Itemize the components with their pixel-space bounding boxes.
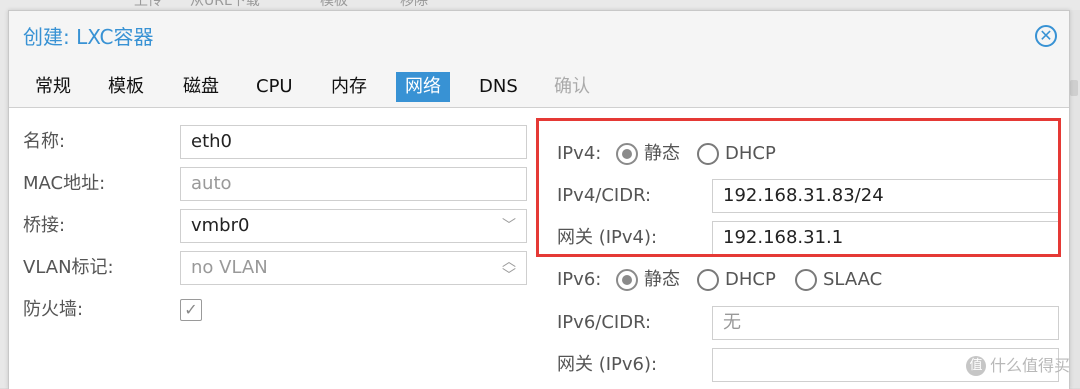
gateway-ipv4-label: 网关 (IPv4): [557, 227, 658, 248]
tab-disks[interactable]: 磁盘 [174, 72, 228, 102]
background-tab: 移除 [400, 0, 428, 8]
ipv4-dhcp-radio[interactable] [697, 143, 719, 165]
ipv6-dhcp-label: DHCP [725, 269, 776, 290]
tab-memory[interactable]: 内存 [322, 72, 376, 102]
tab-confirm: 确认 [554, 76, 590, 97]
ipv6-label: IPv6: [557, 269, 602, 290]
close-icon[interactable]: ✕ [1035, 25, 1057, 47]
network-panel: 名称: eth0 MAC地址: auto 桥接: vmbr0 ﹀ VLAN标记:… [9, 108, 1069, 389]
chevron-down-icon[interactable]: ﹀ [502, 210, 516, 242]
dialog-titlebar: 创建: LXC容器 ✕ [9, 11, 1069, 63]
ipv6-slaac-label: SLAAC [823, 269, 883, 290]
bridge-select[interactable]: vmbr0 ﹀ [180, 209, 527, 243]
background-left-edge [0, 10, 8, 388]
bridge-label: 桥接: [23, 215, 66, 236]
name-label: 名称: [23, 131, 66, 152]
tab-general[interactable]: 常规 [26, 72, 80, 102]
firewall-checkbox[interactable]: ✓ [180, 299, 202, 321]
watermark-logo-icon: 值 [965, 356, 986, 376]
ipv4-static-radio[interactable] [616, 143, 638, 165]
ipv4-label: IPv4: [557, 143, 602, 164]
bridge-value: vmbr0 [191, 215, 250, 236]
ipv4-cidr-field[interactable]: 192.168.31.83/24 [712, 179, 1059, 213]
ipv6-static-radio[interactable] [616, 269, 638, 291]
watermark-text: 什么值得买 [989, 355, 1070, 375]
tab-network[interactable]: 网络 [396, 72, 450, 102]
firewall-label: 防火墙: [23, 299, 84, 320]
ipv6-slaac-radio[interactable] [795, 269, 817, 291]
watermark: 值什么值得买 [965, 352, 1070, 376]
background-tab: 从URL下载 [190, 0, 260, 8]
ipv6-cidr-label: IPv6/CIDR: [557, 312, 652, 333]
vlan-label: VLAN标记: [23, 257, 114, 278]
background-tab: 上传 [134, 0, 162, 8]
gateway-ipv4-field[interactable]: 192.168.31.1 [712, 221, 1059, 255]
name-field[interactable]: eth0 [180, 125, 527, 159]
ipv6-cidr-field[interactable]: 无 [712, 306, 1059, 340]
background-tab: 模板 [320, 0, 348, 8]
ipv4-dhcp-label: DHCP [725, 143, 776, 164]
ipv4-static-label: 静态 [644, 143, 680, 164]
ipv6-dhcp-radio[interactable] [697, 269, 719, 291]
mac-label: MAC地址: [23, 173, 106, 194]
vlan-field[interactable]: no VLAN ︿ ﹀ [180, 251, 527, 285]
tab-template[interactable]: 模板 [99, 72, 153, 102]
ipv6-static-label: 静态 [644, 269, 680, 290]
gateway-ipv6-label: 网关 (IPv6): [557, 354, 658, 375]
tab-cpu[interactable]: CPU [247, 72, 302, 102]
dialog-title: 创建: LXC容器 [23, 25, 154, 49]
tab-dns[interactable]: DNS [470, 72, 527, 102]
ipv4-cidr-label: IPv4/CIDR: [557, 185, 652, 206]
spinner-icon[interactable]: ︿ ﹀ [502, 255, 516, 283]
create-lxc-dialog: 创建: LXC容器 ✕ 常规 模板 磁盘 CPU 内存 网络 DNS 确认 名称… [8, 10, 1070, 389]
wizard-tabs: 常规 模板 磁盘 CPU 内存 网络 DNS 确认 [9, 63, 1069, 108]
mac-field[interactable]: auto [180, 167, 527, 201]
background-scroll-thumb [1070, 80, 1078, 96]
vlan-placeholder: no VLAN [191, 257, 268, 278]
